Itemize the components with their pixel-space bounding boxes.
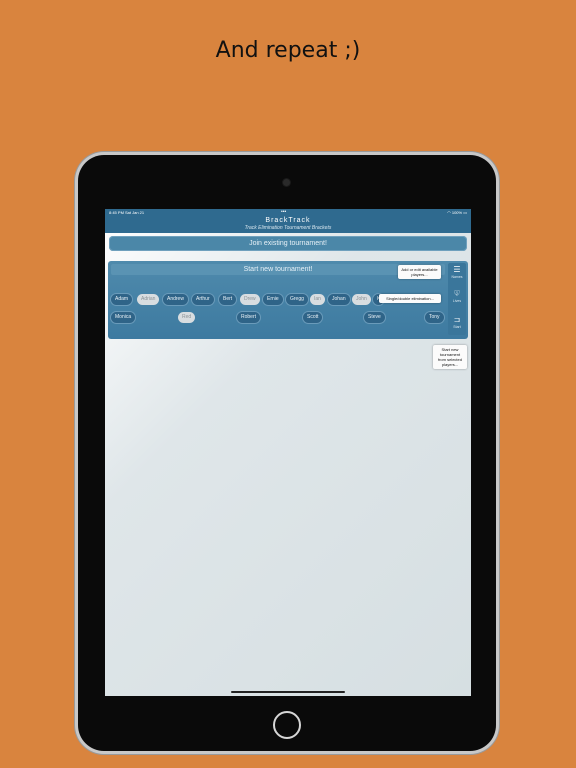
- player-chip[interactable]: Tony: [425, 312, 444, 323]
- player-chip[interactable]: Adam: [111, 294, 133, 305]
- player-chip[interactable]: Monica: [111, 312, 136, 323]
- start-tooltip: Start new tournament from selected playe…: [433, 345, 467, 369]
- player-chip[interactable]: Gregg: [286, 294, 308, 305]
- lives-value: 2: [455, 291, 459, 296]
- status-time: 8:45 PM Sat Jan 21: [109, 210, 145, 215]
- wifi-icon: ◠: [447, 210, 451, 215]
- nav-bar: BrackTrack Track Elimination Tournament …: [105, 217, 471, 233]
- player-chip[interactable]: Johan: [328, 294, 350, 305]
- player-chip[interactable]: Drew: [240, 294, 260, 305]
- player-chip[interactable]: Adrian: [137, 294, 160, 305]
- multitask-dots-icon[interactable]: •••: [281, 209, 286, 215]
- player-chip[interactable]: Scott: [303, 312, 323, 323]
- start-tournament-header: Start new tournament!: [111, 264, 445, 275]
- start-button[interactable]: ⊐ Start: [448, 315, 466, 329]
- list-icon: ☰: [453, 265, 461, 274]
- join-tournament-button[interactable]: Join existing tournament!: [109, 236, 467, 251]
- app-subtitle: Track Elimination Tournament Brackets: [244, 225, 332, 231]
- names-label: Names: [451, 275, 463, 279]
- names-button[interactable]: ☰ Names: [448, 265, 466, 279]
- home-button[interactable]: [273, 711, 301, 739]
- player-chip[interactable]: Andrew: [163, 294, 188, 305]
- home-indicator[interactable]: [231, 691, 345, 693]
- app-title: BrackTrack: [265, 217, 311, 224]
- player-chip[interactable]: John: [352, 294, 371, 305]
- start-label: Start: [453, 325, 461, 329]
- lives-tooltip: Single/double elimination...: [379, 294, 441, 303]
- names-tooltip: Add or edit available players...: [398, 265, 441, 279]
- battery-indicator: ◠ 100% ▭: [447, 210, 467, 215]
- player-chip[interactable]: Arthur: [192, 294, 214, 305]
- lives-button[interactable]: ♡ 2 Lives: [448, 289, 466, 303]
- camera: [283, 179, 290, 186]
- battery-percent: 100%: [451, 210, 463, 215]
- status-bar: 8:45 PM Sat Jan 21 ••• ◠ 100% ▭: [105, 209, 471, 217]
- app-screen: 8:45 PM Sat Jan 21 ••• ◠ 100% ▭ BrackTra…: [105, 209, 471, 696]
- bracket-icon: ⊐: [453, 315, 461, 324]
- caption-text: And repeat ;): [215, 38, 361, 63]
- lives-label: Lives: [452, 299, 462, 303]
- player-chip[interactable]: Bert: [219, 294, 237, 305]
- player-chip[interactable]: Red: [178, 312, 196, 323]
- player-chip[interactable]: Steve: [364, 312, 385, 323]
- player-chip[interactable]: Ernie: [263, 294, 283, 305]
- side-toolbar: ☰ Names ♡ 2 Lives ⊐ Start: [448, 263, 466, 335]
- player-chip[interactable]: Robert: [237, 312, 261, 323]
- player-chip[interactable]: Ian: [310, 294, 325, 305]
- ipad-frame: 8:45 PM Sat Jan 21 ••• ◠ 100% ▭ BrackTra…: [78, 155, 496, 751]
- battery-icon: ▭: [463, 210, 467, 215]
